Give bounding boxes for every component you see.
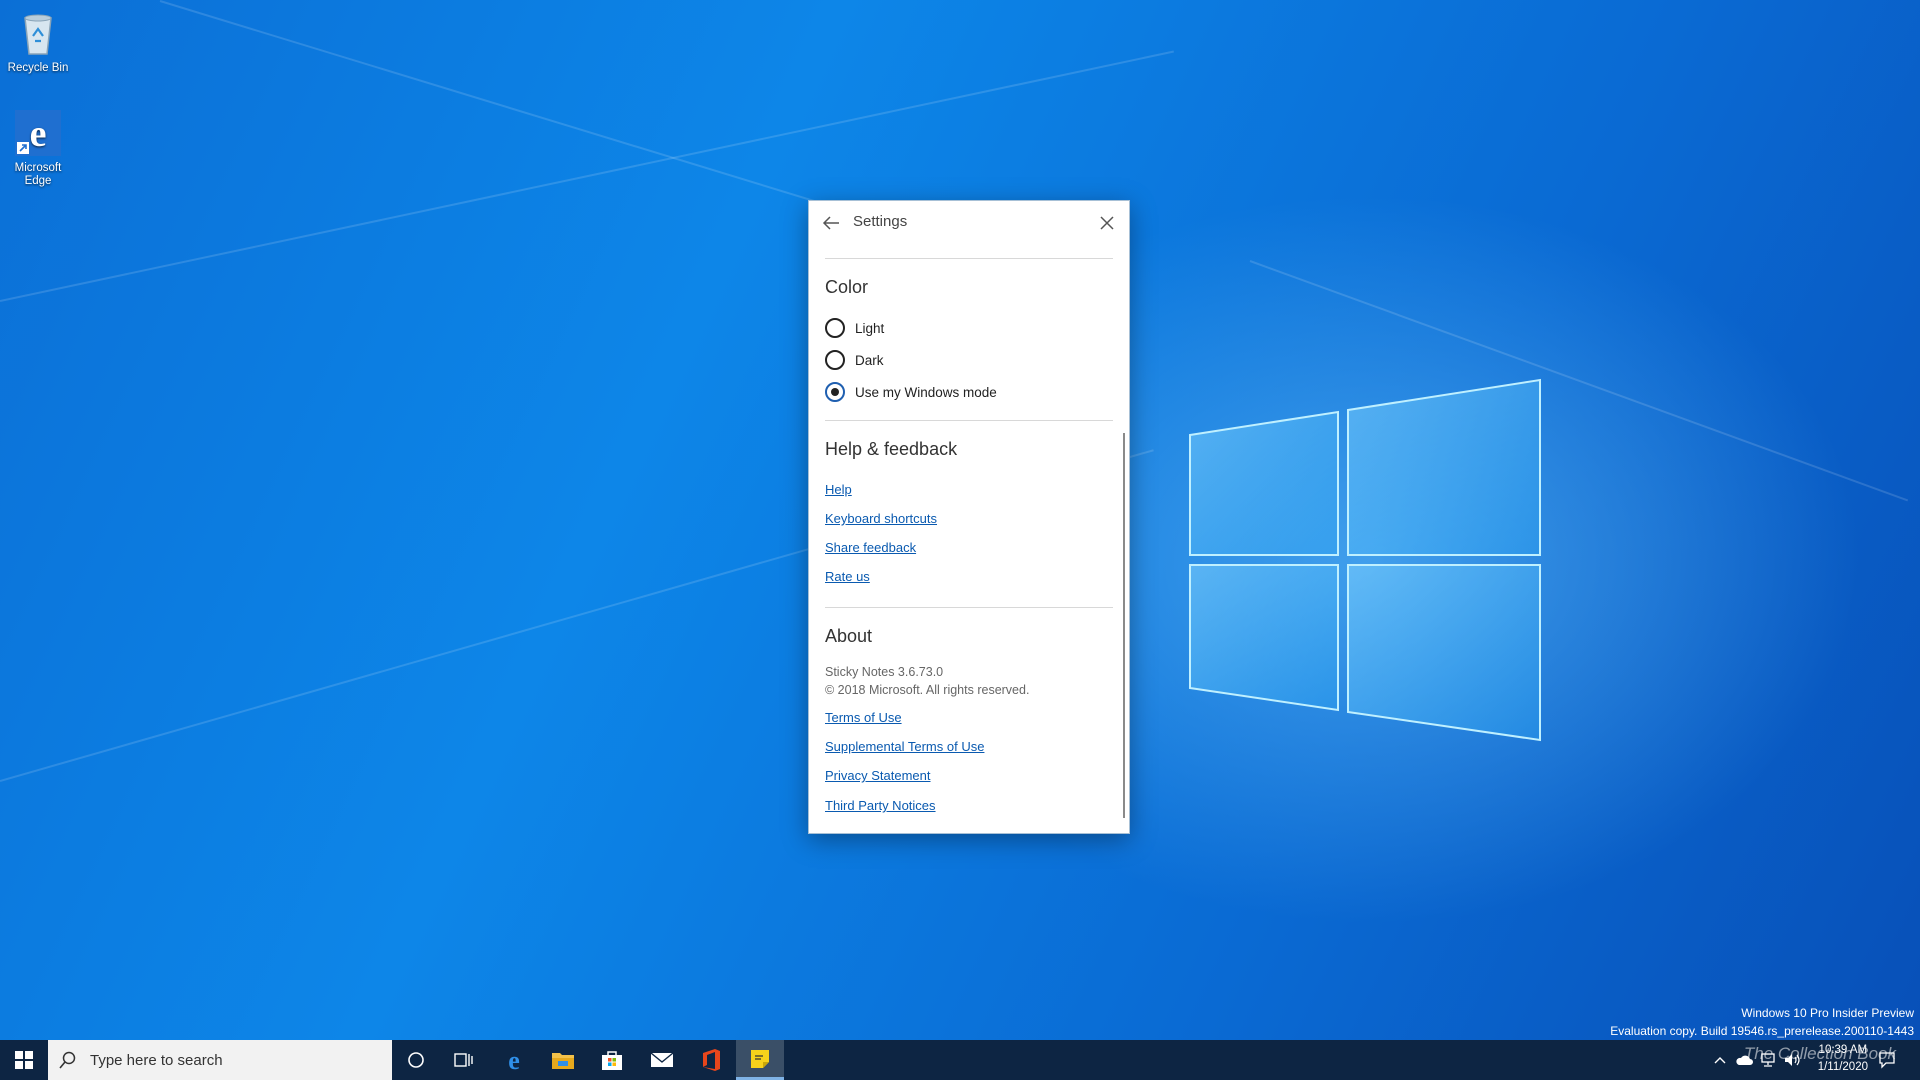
file-explorer-button[interactable] (539, 1040, 587, 1080)
privacy-statement-link[interactable]: Privacy Statement (825, 768, 931, 783)
color-heading: Color (825, 277, 869, 297)
rate-us-link[interactable]: Rate us (825, 569, 870, 584)
help-link[interactable]: Help (825, 482, 852, 497)
sticky-notes-icon (751, 1049, 769, 1068)
radio-label: Dark (855, 352, 884, 368)
desktop-icon-microsoft-edge[interactable]: e Microsoft Edge (0, 108, 76, 188)
mail-button[interactable] (638, 1040, 686, 1080)
office-button[interactable] (687, 1040, 735, 1080)
third-party-notices-link[interactable]: Third Party Notices (825, 798, 936, 813)
radio-label: Use my Windows mode (855, 384, 997, 400)
radio-light[interactable]: Light (825, 317, 884, 339)
file-explorer-icon (552, 1053, 574, 1069)
mail-icon (650, 1052, 674, 1067)
settings-window: Settings Color Light Dark Use my Windows… (808, 200, 1130, 834)
keyboard-shortcuts-link[interactable]: Keyboard shortcuts (825, 511, 937, 526)
search-placeholder: Type here to search (90, 1051, 223, 1069)
desktop-icon-label: Recycle Bin (7, 62, 69, 74)
search-icon (59, 1051, 76, 1069)
copyright-text: © 2018 Microsoft. All rights reserved. (825, 683, 1030, 697)
office-icon (703, 1049, 720, 1071)
windows-start-icon (15, 1051, 33, 1069)
divider (825, 258, 1113, 259)
edge-icon: e (508, 1048, 520, 1072)
recycle-bin-icon (24, 14, 52, 55)
radio-label: Light (855, 320, 885, 336)
radio-dark[interactable]: Dark (825, 349, 884, 371)
show-hidden-icons-button[interactable] (1710, 1040, 1730, 1080)
terms-of-use-link[interactable]: Terms of Use (825, 710, 902, 725)
chevron-up-icon (1714, 1057, 1726, 1064)
close-icon[interactable] (1095, 211, 1119, 235)
settings-titlebar: Settings (809, 201, 1129, 243)
task-view-button[interactable] (440, 1040, 488, 1080)
store-icon (602, 1051, 622, 1070)
radio-use-windows-mode[interactable]: Use my Windows mode (825, 381, 997, 403)
store-button[interactable] (588, 1040, 636, 1080)
radio-circle (825, 318, 845, 338)
action-center-button[interactable] (1872, 1040, 1902, 1080)
svg-text:e: e (30, 113, 47, 155)
taskbar: Type here to search e 10:39 AM 1/11/2020… (0, 1040, 1920, 1080)
task-view-icon (454, 1053, 473, 1067)
help-feedback-heading: Help & feedback (825, 439, 958, 459)
radio-circle-selected (825, 382, 845, 402)
taskbar-edge-button[interactable]: e (490, 1040, 538, 1080)
settings-title: Settings (853, 213, 908, 230)
taskbar-search-box[interactable]: Type here to search (48, 1040, 392, 1080)
radio-circle (825, 350, 845, 370)
about-heading: About (825, 626, 873, 646)
svg-text:e: e (508, 1048, 520, 1072)
app-version: Sticky Notes 3.6.73.0 (825, 665, 944, 679)
start-button[interactable] (0, 1040, 48, 1080)
desktop-icon-label: Microsoft Edge (14, 162, 62, 187)
divider (825, 607, 1113, 608)
build-watermark: Windows 10 Pro Insider Preview Evaluatio… (1610, 1004, 1914, 1040)
watermark-edition: Windows 10 Pro Insider Preview (1741, 1006, 1914, 1020)
sticky-notes-button[interactable] (736, 1040, 784, 1080)
back-arrow-icon[interactable] (819, 211, 843, 235)
divider (825, 420, 1113, 421)
scrollbar[interactable] (1123, 433, 1125, 818)
supplemental-terms-link[interactable]: Supplemental Terms of Use (825, 739, 984, 754)
share-feedback-link[interactable]: Share feedback (825, 540, 916, 555)
cortana-button[interactable] (392, 1040, 440, 1080)
desktop-icon-recycle-bin[interactable]: Recycle Bin (0, 8, 76, 75)
watermark-build: Evaluation copy. Build 19546.rs_prerelea… (1610, 1024, 1914, 1038)
edge-icon: e (15, 110, 61, 156)
notification-icon (1879, 1052, 1895, 1069)
windows-logo-wallpaper (1189, 378, 1550, 742)
cortana-icon (408, 1052, 424, 1068)
